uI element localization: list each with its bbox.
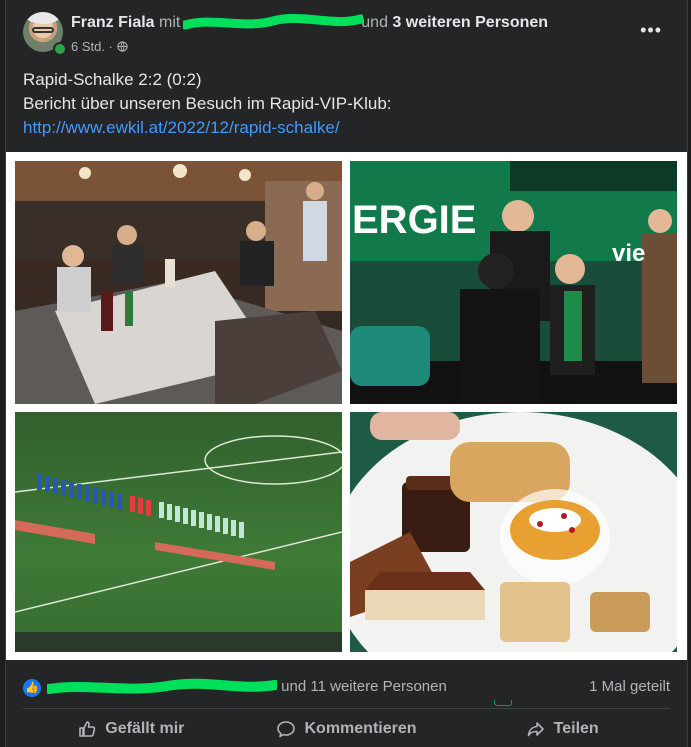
photo-stadium-seats[interactable]: ERGIE vie [350, 161, 677, 404]
like-label: Gefällt mir [105, 720, 185, 737]
post-card: Franz Fiala mit und 3 weiteren Personen … [5, 0, 688, 747]
banner-text: ERGIE [352, 198, 476, 242]
post-body: Rapid-Schalke 2:2 (0:2) Bericht über uns… [23, 68, 663, 140]
globe-icon [116, 39, 128, 54]
post-meta: 6 Std. · [71, 39, 128, 54]
post-line-1: Rapid-Schalke 2:2 (0:2) [23, 70, 202, 89]
share-icon [527, 722, 544, 737]
photo-pitch-lineup[interactable] [15, 412, 342, 652]
reactions-bar: 👍 und 11 weitere Personen 1 Mal geteilt [23, 676, 670, 700]
post-actions: Gefällt mir Kommentieren Teilen [23, 699, 670, 745]
comment-label: Kommentieren [304, 720, 417, 737]
more-options-button[interactable]: ••• [640, 20, 662, 41]
reaction-suffix: und 11 weitere Personen [281, 678, 447, 695]
like-icon [79, 721, 96, 737]
redacted-reactor-names [47, 678, 277, 695]
like-icon: 👍 [23, 679, 41, 697]
share-count[interactable]: 1 Mal geteilt [589, 678, 670, 695]
comment-button[interactable]: Kommentieren [239, 713, 455, 745]
online-status-dot [53, 42, 67, 56]
post-link[interactable]: http://www.ewkil.at/2022/12/rapid-schalk… [23, 118, 340, 137]
redacted-tagged-name [182, 13, 363, 31]
highlight-scribble [494, 699, 513, 706]
photo-gallery: ERGIE vie [6, 152, 687, 660]
post-time[interactable]: 6 Std. · [71, 39, 113, 54]
others-link[interactable]: 3 weiteren Personen [392, 14, 548, 31]
photo-vip-club[interactable] [15, 161, 342, 404]
post-line-2: Bericht über unseren Besuch im Rapid-VIP… [23, 94, 392, 113]
like-button[interactable]: Gefällt mir [23, 713, 239, 745]
and-word: und [361, 14, 388, 31]
divider [23, 708, 670, 709]
with-word: mit [159, 14, 181, 31]
comment-icon [277, 721, 296, 738]
post-header: Franz Fiala mit und 3 weiteren Personen … [23, 12, 670, 60]
more-icon: ••• [640, 20, 662, 40]
share-button[interactable]: Teilen [454, 699, 670, 745]
share-label: Teilen [553, 720, 599, 737]
reaction-names[interactable]: und 11 weitere Personen [47, 678, 447, 695]
photo-dessert-plate[interactable] [350, 412, 677, 652]
author-line: Franz Fiala mit und 3 weiteren Personen [71, 13, 548, 32]
banner-text-right: vie [612, 240, 645, 267]
author-name[interactable]: Franz Fiala [71, 14, 155, 31]
